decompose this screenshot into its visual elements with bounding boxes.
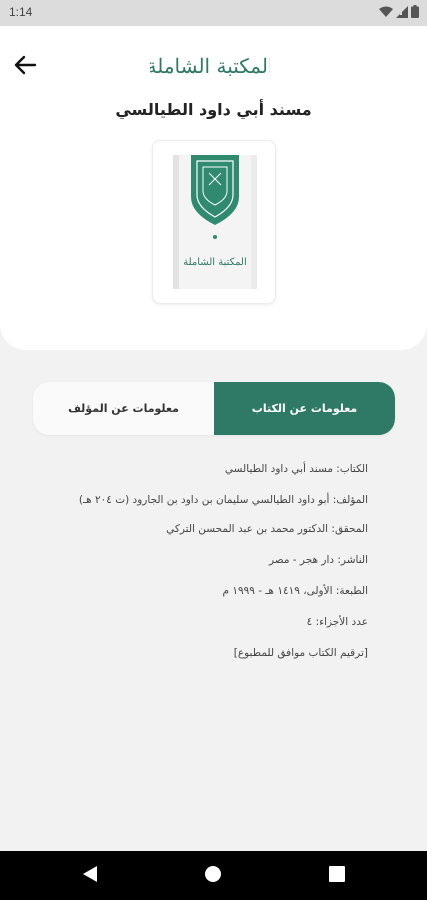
back-button[interactable]	[10, 52, 40, 78]
info-edition: الطبعة: الأولى، ١٤١٩ هـ - ١٩٩٩ م	[222, 585, 368, 597]
info-book-name: الكتاب: مسند أبي داود الطيالسي	[224, 463, 368, 475]
book-title: مسند أبي داود الطيالسي	[115, 100, 312, 119]
info-author: المؤلف: أبو داود الطيالسي سليمان بن داود…	[78, 494, 368, 506]
info-volumes: عدد الأجزاء: ٤	[306, 616, 368, 628]
app-logo: المكتبة الشاملة	[150, 54, 270, 78]
tab-book-info[interactable]: معلومات عن الكتاب	[214, 382, 395, 435]
status-icons	[379, 5, 419, 18]
arrow-left-icon	[14, 55, 37, 75]
book-cover-label: المكتبة الشاملة	[183, 257, 247, 268]
info-tabs: معلومات عن المؤلف معلومات عن الكتاب	[33, 382, 395, 435]
circle-home-icon[interactable]	[204, 865, 222, 883]
battery-icon	[411, 5, 419, 18]
system-nav-bar	[0, 851, 427, 900]
status-time: 1:14	[9, 5, 33, 19]
info-editor: المحقق: الدكتور محمد بن عبد المحسن الترك…	[166, 523, 368, 535]
book-cover-image: المكتبة الشاملة	[173, 155, 257, 289]
status-bar: 1:14	[0, 0, 427, 26]
tab-author-info[interactable]: معلومات عن المؤلف	[33, 382, 214, 435]
header-card: المكتبة الشاملة مسند أبي داود الطيالسي ا…	[0, 26, 427, 350]
triangle-back-icon[interactable]	[82, 865, 98, 883]
wifi-icon	[379, 6, 393, 17]
app-logo-text: المكتبة الشاملة	[150, 54, 270, 78]
book-info-list: الكتاب: مسند أبي داود الطيالسي المؤلف: أ…	[38, 461, 368, 676]
info-note: [ترقيم الكتاب موافق للمطبوع]	[233, 647, 368, 659]
square-recents-icon[interactable]	[329, 865, 345, 883]
book-cover: المكتبة الشاملة	[152, 140, 276, 304]
info-publisher: الناشر: دار هجر - مصر	[268, 554, 368, 566]
signal-icon	[396, 5, 408, 18]
